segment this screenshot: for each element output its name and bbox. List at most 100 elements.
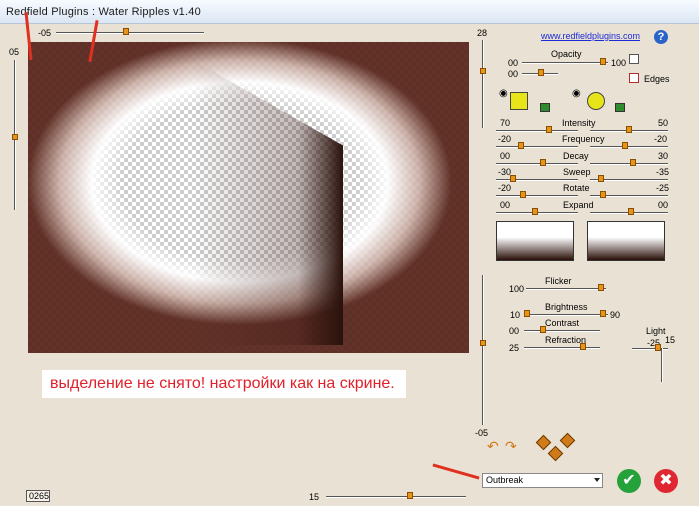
intensity-right-value: 50	[658, 118, 669, 128]
flicker-value: 100	[509, 284, 525, 294]
refraction-thumb[interactable]	[580, 343, 586, 350]
rotate-left-value: -20	[498, 183, 512, 193]
move-left-icon[interactable]	[535, 434, 552, 451]
light-v-track[interactable]	[661, 348, 663, 382]
ok-button[interactable]: ✔	[617, 469, 641, 493]
bottom-slider-track[interactable]	[326, 496, 466, 498]
caption-text: выделение не снято! настройки как на скр…	[50, 375, 395, 392]
title-bar: Redfield Plugins : Water Ripples v1.40	[0, 0, 699, 24]
bottom-slider-value: 15	[309, 492, 320, 502]
left-slider-thumb[interactable]	[12, 134, 18, 140]
refraction-track[interactable]	[524, 347, 600, 349]
mode-select-value: Outbreak	[486, 475, 524, 485]
edges-checkbox[interactable]	[629, 73, 639, 83]
refraction-value: 25	[509, 343, 520, 353]
top-slider-thumb[interactable]	[123, 28, 129, 35]
top-slider-track[interactable]	[56, 32, 204, 34]
cancel-button[interactable]: ✖	[654, 469, 678, 493]
plugin-window: Redfield Plugins : Water Ripples v1.40 -…	[0, 0, 699, 506]
contrast-value: 00	[509, 326, 520, 336]
intensity-left-thumb[interactable]	[546, 126, 552, 133]
frequency-right-value: -20	[654, 134, 668, 144]
flicker-label: Flicker	[545, 276, 572, 286]
left-waveform	[496, 221, 574, 261]
panel-bottom-vertical-value: -05	[475, 428, 489, 438]
opacity-second-thumb[interactable]	[538, 69, 544, 76]
preview-image[interactable]	[28, 42, 469, 353]
sweep-right-value: -35	[656, 167, 670, 177]
decay-right-track[interactable]	[590, 163, 668, 165]
window-title: Redfield Plugins : Water Ripples v1.40	[6, 6, 201, 18]
eye-icon[interactable]: ◉	[499, 89, 508, 99]
move-down-icon[interactable]	[547, 445, 564, 462]
mode-select[interactable]: Outbreak	[482, 473, 603, 488]
edges-label: Edges	[644, 74, 670, 84]
expand-right-thumb[interactable]	[628, 208, 634, 215]
frequency-left-track[interactable]	[496, 146, 578, 148]
redo-icon[interactable]: ↷	[505, 439, 517, 453]
panel-top-vertical-thumb[interactable]	[480, 68, 486, 74]
website-link[interactable]: www.redfieldplugins.com	[541, 31, 640, 41]
panel-top-vertical-track[interactable]	[482, 40, 484, 128]
intensity-left-value: 70	[500, 118, 511, 128]
flicker-thumb[interactable]	[598, 284, 604, 291]
frequency-label: Frequency	[562, 134, 605, 144]
eye-icon[interactable]: ◉	[572, 89, 581, 99]
light-right-value: 15	[665, 335, 676, 345]
opacity-max: 100	[611, 58, 627, 68]
frequency-left-value: -20	[498, 134, 512, 144]
frame-counter: 0265	[26, 490, 50, 502]
intensity-right-thumb[interactable]	[626, 126, 632, 133]
brightness-left-value: 10	[510, 310, 521, 320]
light-label: Light	[646, 326, 666, 336]
decay-label: Decay	[563, 151, 589, 161]
bottom-slider-thumb[interactable]	[407, 492, 413, 499]
top-slider-value: -05	[38, 28, 52, 38]
frequency-left-thumb[interactable]	[518, 142, 524, 149]
rotate-right-thumb[interactable]	[600, 191, 606, 198]
texture-toggle-left[interactable]	[540, 103, 550, 112]
rotate-label: Rotate	[563, 183, 590, 193]
opacity-checkbox[interactable]	[629, 54, 639, 64]
expand-label: Expand	[563, 200, 594, 210]
rotate-right-value: -25	[656, 183, 670, 193]
sweep-left-track[interactable]	[496, 179, 578, 181]
decay-left-thumb[interactable]	[540, 159, 546, 166]
triangle-texture-icon[interactable]	[510, 92, 528, 110]
undo-icon[interactable]: ↶	[487, 439, 499, 453]
opacity-min: 00	[508, 58, 519, 68]
sweep-left-thumb[interactable]	[510, 175, 516, 182]
opacity-second-min: 00	[508, 69, 519, 79]
left-slider-value: 05	[9, 47, 20, 57]
flicker-track[interactable]	[526, 288, 606, 290]
circle-texture-icon[interactable]	[587, 92, 605, 110]
contrast-thumb[interactable]	[540, 326, 546, 333]
help-icon[interactable]: ?	[654, 30, 668, 44]
brightness-track[interactable]	[524, 314, 608, 316]
expand-left-value: 00	[500, 200, 511, 210]
decay-right-thumb[interactable]	[630, 159, 636, 166]
annotation-arrow	[432, 463, 480, 480]
panel-bottom-vertical-thumb[interactable]	[480, 340, 486, 346]
contrast-track[interactable]	[524, 330, 600, 332]
sweep-right-thumb[interactable]	[598, 175, 604, 182]
frequency-right-thumb[interactable]	[622, 142, 628, 149]
rotate-left-thumb[interactable]	[520, 191, 526, 198]
panel-bottom-vertical-track[interactable]	[482, 275, 484, 425]
decay-left-track[interactable]	[496, 163, 578, 165]
chevron-down-icon	[594, 478, 600, 482]
decay-right-value: 30	[658, 151, 669, 161]
brightness-right-thumb[interactable]	[600, 310, 606, 317]
brightness-left-thumb[interactable]	[524, 310, 530, 317]
opacity-label: Opacity	[551, 49, 582, 59]
right-waveform	[587, 221, 665, 261]
texture-toggle-right[interactable]	[615, 103, 625, 112]
opacity-track[interactable]	[522, 62, 608, 64]
decay-left-value: 00	[500, 151, 511, 161]
opacity-thumb[interactable]	[600, 58, 606, 65]
move-up-icon[interactable]	[559, 432, 576, 449]
rotate-left-track[interactable]	[496, 195, 578, 197]
frequency-right-track[interactable]	[590, 146, 668, 148]
intensity-left-track[interactable]	[496, 130, 578, 132]
expand-left-thumb[interactable]	[532, 208, 538, 215]
